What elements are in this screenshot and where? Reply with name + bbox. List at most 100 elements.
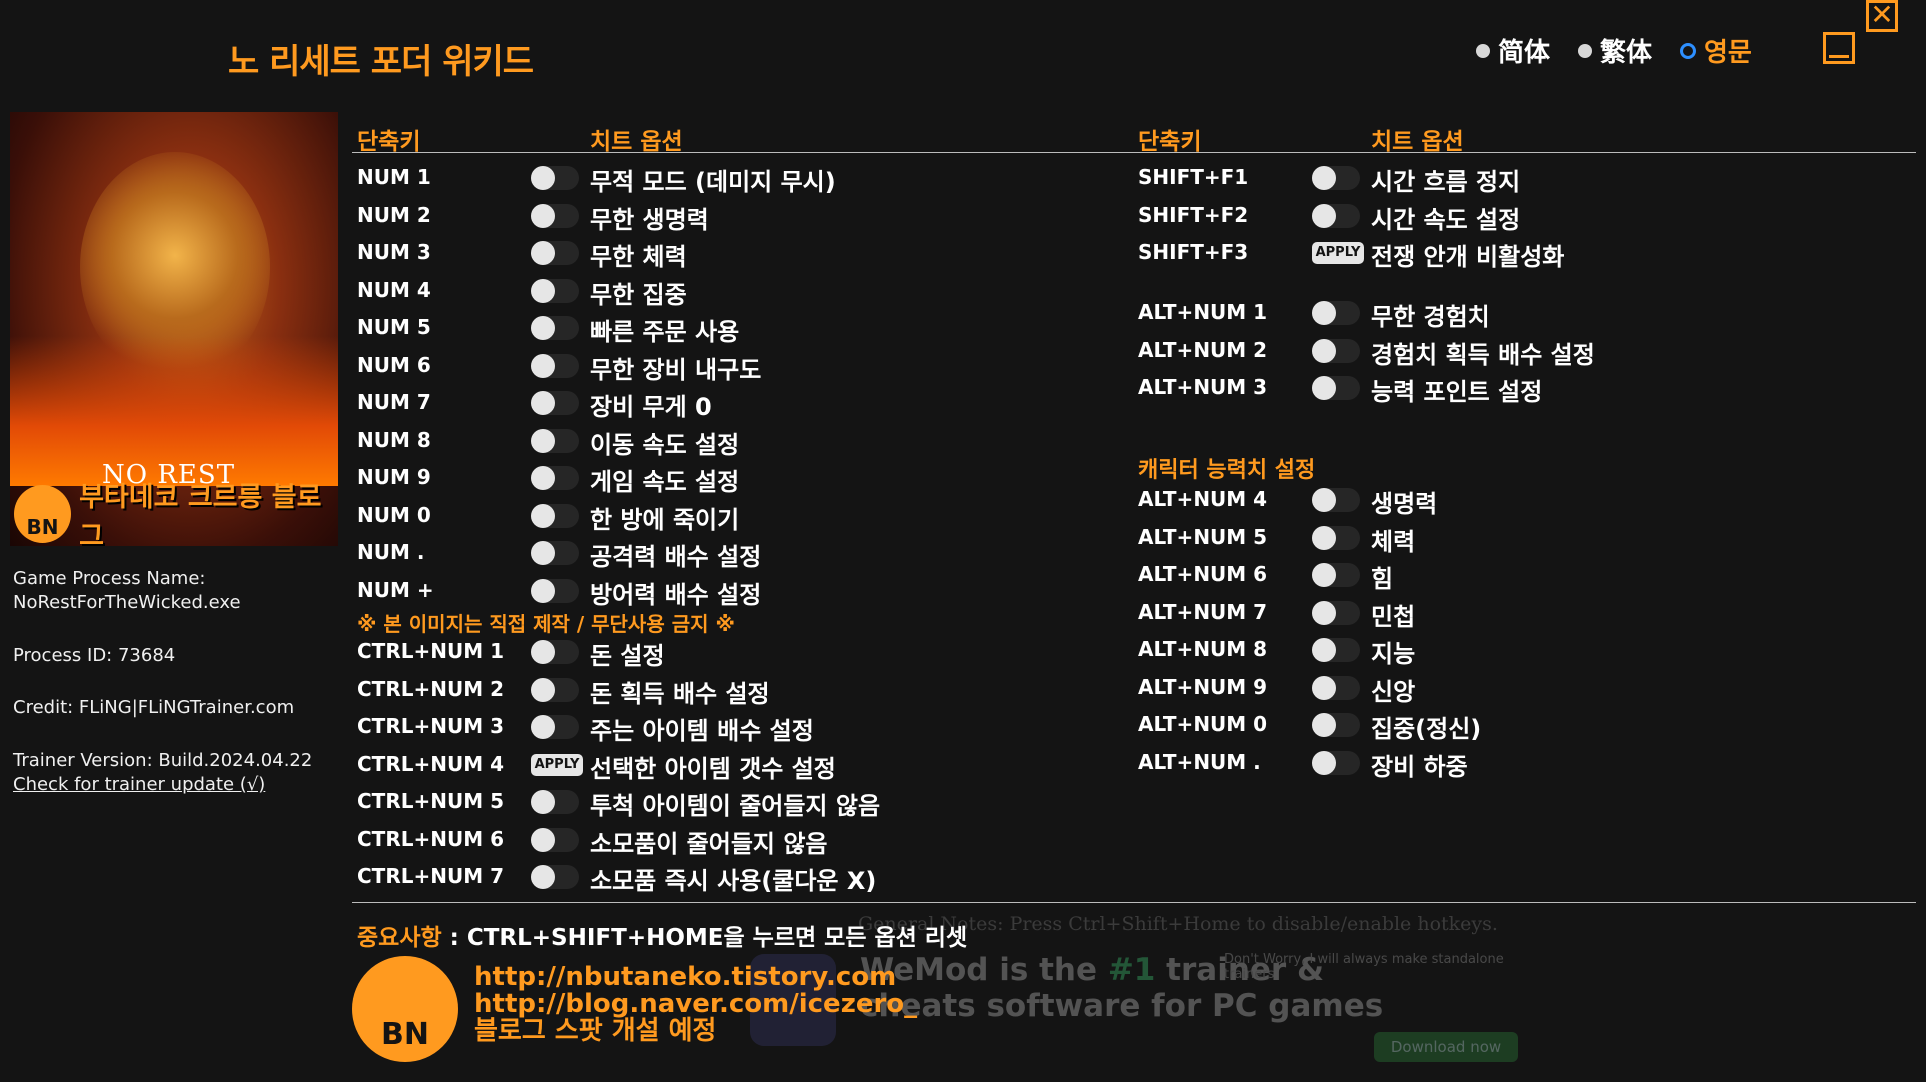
toggle-switch[interactable] — [531, 578, 579, 603]
blog-links: http://nbutaneko.tistory.com http://blog… — [474, 964, 917, 1045]
footer-divider — [352, 902, 1916, 903]
toggle-switch[interactable] — [1312, 675, 1360, 700]
hotkey-label: CTRL+NUM 2 — [357, 676, 504, 701]
blog-link-tistory[interactable]: http://nbutaneko.tistory.com — [474, 964, 917, 991]
toggle-switch[interactable] — [531, 827, 579, 852]
option-label: 선택한 아이템 갯수 설정 — [590, 754, 836, 783]
toggle-switch[interactable] — [531, 865, 579, 889]
option-label: 빠른 주문 사용 — [590, 318, 740, 346]
toggle-switch[interactable] — [1312, 638, 1360, 662]
language-option-korean[interactable]: 영문 — [1680, 32, 1752, 69]
option-label: 무한 체력 — [590, 243, 687, 271]
option-label: 돈 설정 — [590, 642, 665, 670]
toggle-switch[interactable] — [1312, 166, 1360, 190]
apply-button[interactable]: APPLY — [1312, 242, 1364, 264]
hotkey-label: NUM . — [357, 540, 425, 564]
option-label: 신앙 — [1371, 677, 1416, 706]
minimize-icon — [1829, 55, 1849, 58]
option-label: 집중(정신) — [1371, 715, 1482, 743]
language-label: 简体 — [1498, 38, 1551, 68]
radio-icon[interactable] — [1578, 43, 1592, 58]
toggle-switch[interactable] — [1312, 713, 1360, 737]
hotkey-label: NUM 7 — [357, 390, 431, 414]
toggle-switch[interactable] — [531, 428, 579, 453]
close-icon: ✕ — [1870, 0, 1894, 31]
radio-selected-icon[interactable] — [1680, 42, 1696, 59]
toggle-switch[interactable] — [1312, 750, 1360, 775]
blog-link-naver[interactable]: http://blog.naver.com/icezero_ — [474, 991, 917, 1018]
ad-download-button[interactable]: Download now — [1374, 1032, 1518, 1062]
hotkey-label: ALT+NUM 1 — [1138, 300, 1268, 324]
ad-line2: cheats software for PC games — [860, 988, 1384, 1024]
toggle-switch[interactable] — [531, 541, 579, 565]
toggle-switch[interactable] — [1312, 203, 1360, 228]
hotkey-label: CTRL+NUM 7 — [357, 864, 504, 888]
option-label: 시간 흐름 정지 — [1371, 168, 1521, 196]
blogspot-note: 블로그 스팟 개설 예정 — [474, 1016, 717, 1046]
option-label: 시간 속도 설정 — [1371, 205, 1521, 234]
radio-icon[interactable] — [1476, 43, 1490, 58]
language-label: 영문 — [1704, 38, 1752, 68]
ad-highlight: #1 — [1107, 952, 1156, 988]
important-note-label: 중요사항 — [357, 925, 442, 951]
option-label: 경험치 획득 배수 설정 — [1371, 340, 1595, 369]
toggle-switch[interactable] — [531, 278, 579, 303]
toggle-switch[interactable] — [531, 790, 579, 814]
hotkey-label: CTRL+NUM 1 — [357, 639, 504, 663]
important-note-text: : CTRL+SHIFT+HOME을 누르면 모든 옵션 리셋 — [441, 925, 968, 951]
toggle-switch[interactable] — [1312, 338, 1360, 363]
toggle-switch[interactable] — [531, 677, 579, 702]
toggle-switch[interactable] — [1312, 563, 1360, 587]
hotkey-label: CTRL+NUM 6 — [357, 826, 504, 851]
hotkey-label: NUM 8 — [357, 427, 431, 452]
toggle-switch[interactable] — [531, 241, 579, 265]
app-title: 노 리세트 포더 위키드 — [228, 42, 534, 82]
bn-cat-logo-icon: BN — [352, 956, 458, 1062]
language-option-simplified[interactable]: 简体 — [1476, 32, 1550, 69]
hotkey-label: NUM + — [357, 577, 434, 602]
toggle-switch[interactable] — [1312, 600, 1360, 625]
option-label: 능력 포인트 설정 — [1371, 378, 1543, 406]
header-divider — [352, 152, 1916, 153]
option-label: 돈 획득 배수 설정 — [590, 679, 770, 708]
toggle-switch[interactable] — [531, 316, 579, 340]
hotkey-header-left: 단축키 — [357, 129, 421, 155]
minimize-button[interactable] — [1823, 32, 1855, 64]
toggle-switch[interactable] — [1312, 376, 1360, 400]
blog-banner: BN 부타네코 크르릉 블로그 — [10, 482, 338, 546]
language-option-traditional[interactable]: 繁体 — [1578, 32, 1652, 69]
hotkey-label: ALT+NUM 2 — [1138, 337, 1268, 362]
toggle-switch[interactable] — [531, 466, 579, 490]
toggle-switch[interactable] — [1312, 301, 1360, 325]
hotkey-label: ALT+NUM 3 — [1138, 375, 1268, 399]
close-button[interactable]: ✕ — [1866, 0, 1898, 32]
hotkey-label: NUM 0 — [357, 502, 431, 527]
toggle-switch[interactable] — [531, 203, 579, 228]
check-update-link[interactable]: Check for trainer update (√) — [13, 774, 265, 795]
toggle-switch[interactable] — [531, 503, 579, 528]
toggle-switch[interactable] — [531, 715, 579, 739]
toggle-switch[interactable] — [531, 640, 579, 664]
hotkey-label: ALT+NUM 4 — [1138, 487, 1268, 511]
ad-small-text: Don't Worry, I will always make standalo… — [1224, 952, 1504, 982]
copyright-warning: ※ 본 이미지는 직접 제작 / 무단사용 금지 ※ — [357, 612, 735, 636]
option-header-right: 치트 옵션 — [1371, 129, 1464, 155]
toggle-switch[interactable] — [1312, 488, 1360, 512]
option-label: 무적 모드 (데미지 무시) — [590, 168, 836, 196]
process-name-label: Game Process Name: — [13, 568, 206, 589]
apply-button[interactable]: APPLY — [531, 753, 583, 776]
toggle-switch[interactable] — [531, 391, 579, 415]
option-label: 무한 경험치 — [1371, 303, 1490, 331]
option-label: 지능 — [1371, 640, 1416, 668]
toggle-switch[interactable] — [1312, 525, 1360, 550]
toggle-switch[interactable] — [531, 353, 579, 378]
hotkey-label: SHIFT+F3 — [1138, 240, 1249, 264]
stats-section-title: 캐릭터 능력치 설정 — [1138, 458, 1316, 483]
hotkey-label: CTRL+NUM 5 — [357, 789, 504, 813]
toggle-switch[interactable] — [531, 166, 579, 190]
option-label: 전쟁 안개 비활성화 — [1371, 243, 1565, 271]
credit: Credit: FLiNG|FLiNGTrainer.com — [13, 697, 295, 718]
option-label: 생명력 — [1371, 490, 1438, 518]
option-label: 투척 아이템이 줄어들지 않음 — [590, 792, 881, 820]
trainer-version: Trainer Version: Build.2024.04.22 — [13, 750, 313, 771]
